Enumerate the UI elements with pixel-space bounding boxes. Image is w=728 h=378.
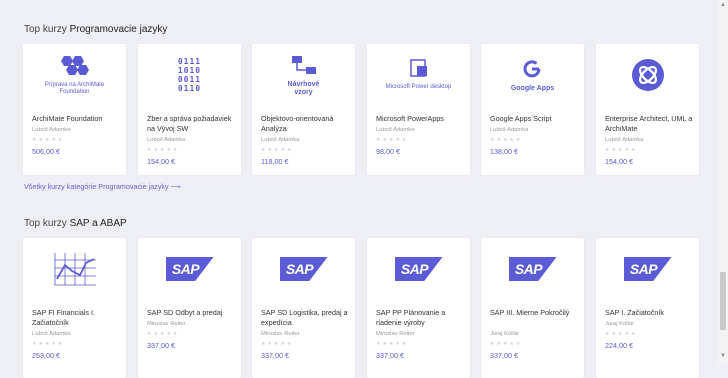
rating-stars: ★★★★★: [490, 341, 523, 347]
course-author: Miroslav Reiter: [147, 321, 186, 327]
scrollbar-thumb[interactable]: [720, 272, 726, 330]
course-card[interactable]: Enterprise Architect, UML a ArchiMate Lub…: [596, 44, 699, 175]
sap-logo-icon: SAP: [481, 238, 584, 300]
rating-stars: ★★★★★: [147, 331, 180, 337]
course-price: 98,00 €: [376, 147, 400, 156]
binary-code-icon: 0111 1010 0011 0110: [138, 44, 241, 106]
course-author: Juraj Kollár: [490, 331, 519, 337]
course-title: Microsoft PowerApps: [376, 114, 444, 123]
rating-stars: ★★★★★: [261, 147, 294, 153]
course-title: SAP PP Plánovanie a riadenie výroby: [376, 308, 446, 327]
section-title-sap: Top kurzy SAP a ABAP: [24, 218, 127, 229]
sap-logo-icon: SAP: [138, 238, 241, 300]
course-price: 337,00 €: [261, 351, 289, 360]
rating-stars: ★★★★★: [605, 147, 638, 153]
thumb-text: SAP: [279, 257, 328, 281]
course-price: 224,00 €: [605, 341, 633, 350]
section-title-topic: Programovacie jazyky: [69, 24, 168, 35]
course-card[interactable]: SAP SAP I. Začiatočník Juraj Kollár ★★★★★ 22…: [596, 238, 699, 378]
course-author: Miroslav Reiter: [261, 331, 300, 337]
rating-stars: ★★★★★: [605, 331, 638, 337]
thumb-text: SAP: [508, 257, 557, 281]
course-card[interactable]: Google Apps Google Apps Script Luboš Adamk…: [481, 44, 584, 175]
course-author: Luboš Adamka: [147, 137, 186, 143]
course-author: Luboš Adamka: [32, 331, 71, 337]
course-card[interactable]: SAP FI Financials I. Začiatočník Luboš Ad…: [23, 238, 126, 378]
sap-logo-icon: SAP: [596, 238, 699, 300]
google-apps-icon: Google Apps: [481, 44, 584, 106]
scroll-up-arrow-icon[interactable]: ▲: [720, 2, 726, 8]
course-price: 118,00 €: [261, 157, 289, 166]
thumb-text: Návrhové vzory: [287, 80, 320, 96]
course-title: SAP SD Logistika, predaj a expedícia: [261, 308, 348, 327]
course-author: Luboš Adamka: [261, 137, 300, 143]
chart-icon: [23, 238, 126, 300]
course-price: 253,00 €: [32, 351, 60, 360]
flow-diagram-icon: Návrhové vzory: [252, 44, 355, 106]
rating-stars: ★★★★★: [147, 147, 180, 153]
thumb-text: SAP: [623, 257, 672, 281]
course-author: Juraj Kollár: [605, 321, 634, 327]
course-price: 154,00 €: [147, 157, 175, 166]
course-title: SAP SD Odbyt a predaj: [147, 308, 223, 317]
rating-stars: ★★★★★: [376, 341, 409, 347]
course-card[interactable]: SAP SAP SD Logistika, predaj a expedícia M…: [252, 238, 355, 378]
thumb-text: Príprava na ArchiMate Foundation: [44, 81, 105, 95]
sap-logo-icon: SAP: [367, 238, 470, 300]
course-title: SAP III. Mierne Pokročilý: [490, 308, 570, 317]
course-card[interactable]: SAP SAP III. Mierne Pokročilý Juraj Kollár…: [481, 238, 584, 378]
course-author: Luboš Adamka: [376, 127, 415, 133]
course-title: Objektovo-orientovaná Analýza: [261, 114, 334, 133]
section-title-prefix: Top kurzy: [24, 218, 67, 229]
rating-stars: ★★★★★: [261, 341, 294, 347]
rating-stars: ★★★★★: [32, 137, 65, 143]
archimate-hexagons-icon: Príprava na ArchiMate Foundation: [23, 44, 126, 106]
thumb-text: Microsoft Power desktop: [385, 84, 452, 90]
course-author: Luboš Adamka: [605, 137, 644, 143]
course-title: ArchiMate Foundation: [32, 114, 103, 123]
course-title: SAP FI Financials I. Začiatočník: [32, 308, 95, 327]
all-courses-link[interactable]: Všetky kurzy kategórie Programovacie jaz…: [24, 182, 181, 191]
course-card[interactable]: Návrhové vzory Objektovo-orientovaná Anal…: [252, 44, 355, 175]
thumb-text: Google Apps: [510, 85, 555, 92]
course-price: 138,00 €: [490, 147, 518, 156]
course-card[interactable]: SAP SAP PP Plánovanie a riadenie výroby Mi…: [367, 238, 470, 378]
thumb-text: SAP: [394, 257, 443, 281]
course-author: Luboš Adamka: [490, 127, 529, 133]
course-title: SAP I. Začiatočník: [605, 308, 664, 317]
section-title-topic: SAP a ABAP: [69, 218, 127, 229]
microsoft-powerapps-icon: Microsoft Power desktop: [367, 44, 470, 106]
course-price: 154,00 €: [605, 157, 633, 166]
course-price: 337,00 €: [147, 341, 175, 350]
rating-stars: ★★★★★: [32, 341, 65, 347]
rating-stars: ★★★★★: [490, 137, 523, 143]
course-price: 337,00 €: [490, 351, 518, 360]
course-title: Google Apps Script: [490, 114, 552, 123]
course-price: 506,00 €: [32, 147, 60, 156]
course-title: Enterprise Architect, UML a ArchiMate: [605, 114, 693, 133]
section-title-prefix: Top kurzy: [24, 24, 67, 35]
thumb-text: 0111 1010 0011 0110: [177, 57, 202, 93]
course-author: Miroslav Reiter: [376, 331, 415, 337]
course-card[interactable]: Microsoft Power desktop Microsoft PowerAp…: [367, 44, 470, 175]
course-card[interactable]: SAP SAP SD Odbyt a predaj Miroslav Reiter ★…: [138, 238, 241, 378]
enterprise-architect-icon: [596, 44, 699, 106]
course-author: Luboš Adamka: [32, 127, 71, 133]
course-card[interactable]: Príprava na ArchiMate Foundation ArchiMat…: [23, 44, 126, 175]
thumb-text: SAP: [165, 257, 214, 281]
sap-logo-icon: SAP: [252, 238, 355, 300]
rating-stars: ★★★★★: [376, 137, 409, 143]
section-title-programming: Top kurzy Programovacie jazyky: [24, 24, 167, 35]
course-price: 337,00 €: [376, 351, 404, 360]
scroll-down-arrow-icon[interactable]: ▼: [720, 353, 726, 359]
course-card[interactable]: 0111 1010 0011 0110 Zber a správa požiada…: [138, 44, 241, 175]
course-title: Zber a správa požiadaviek na Vývoj SW: [147, 114, 232, 133]
